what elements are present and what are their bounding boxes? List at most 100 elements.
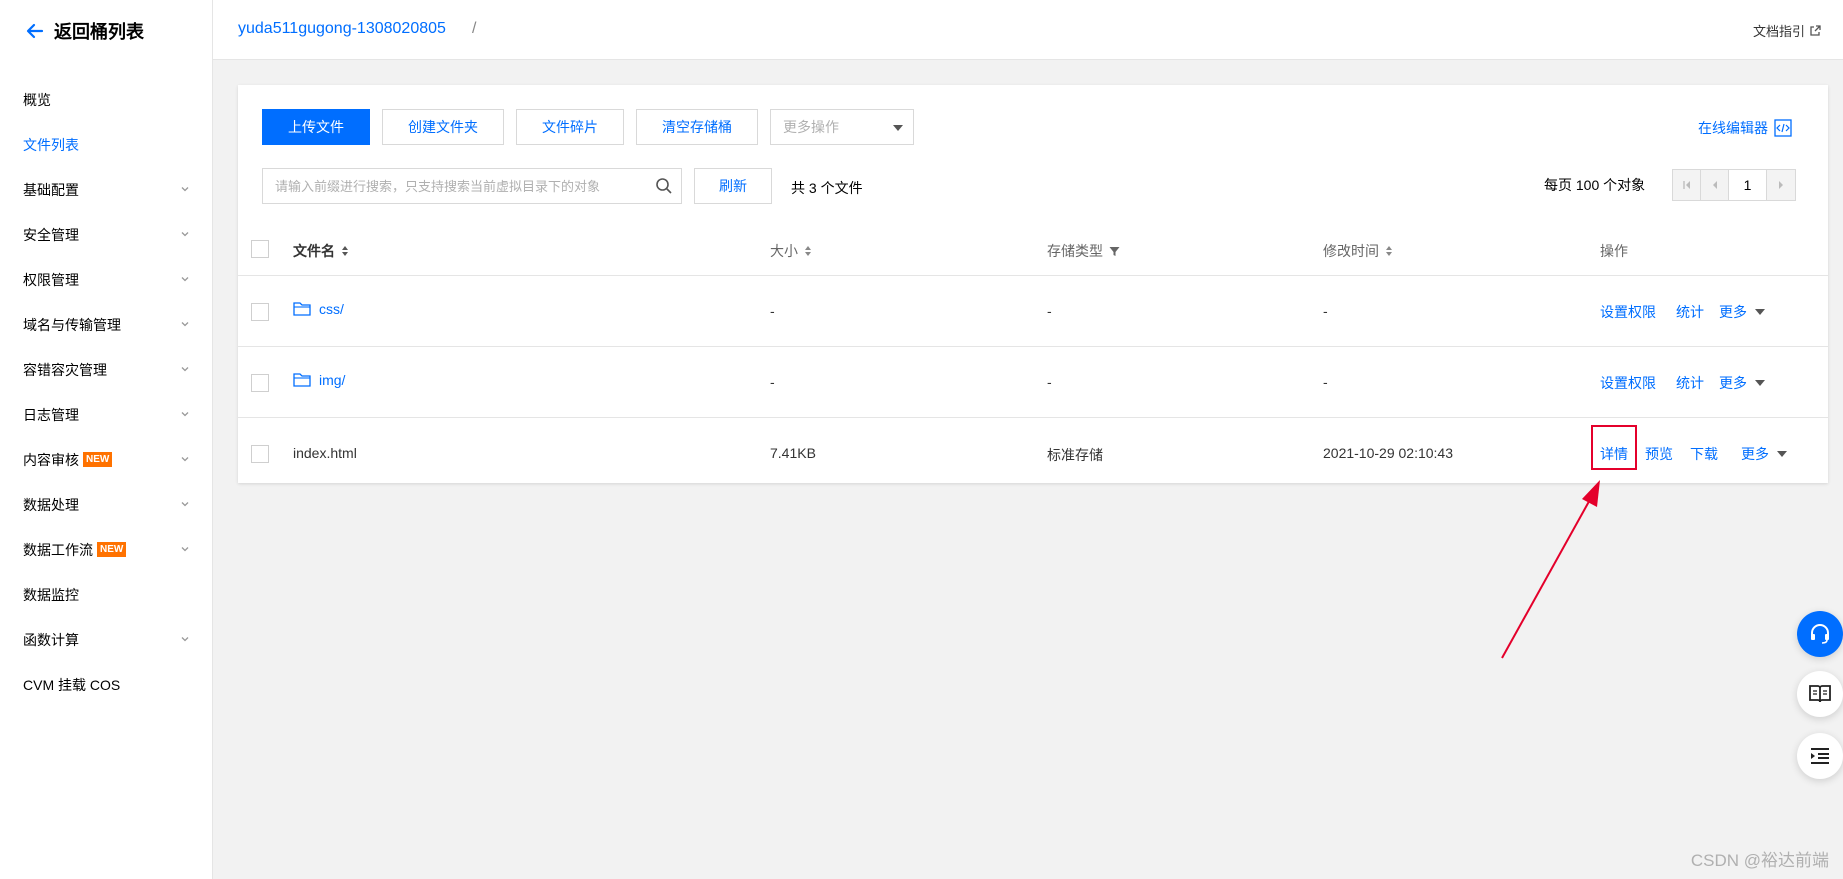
more-label: 更多 bbox=[1741, 446, 1769, 462]
file-name: css/ bbox=[319, 301, 344, 317]
folder-icon bbox=[293, 373, 311, 387]
sidebar-item-domain-transfer[interactable]: 域名与传输管理 bbox=[0, 302, 212, 347]
chevron-down-icon bbox=[181, 637, 189, 642]
sidebar-item-label: 权限管理 bbox=[23, 271, 79, 288]
pagination: 1 bbox=[1672, 169, 1796, 201]
per-page-selector[interactable]: 每页 100 个对象 bbox=[1544, 175, 1645, 195]
sidebar-nav: 概览 文件列表 基础配置 安全管理 权限管理 域名与传输管理 容错容灾管理 日志… bbox=[0, 77, 212, 707]
set-permission-link[interactable]: 设置权限 bbox=[1600, 373, 1656, 393]
new-badge: NEW bbox=[83, 452, 113, 467]
caret-down-icon bbox=[1777, 451, 1787, 457]
first-page-icon bbox=[1682, 181, 1690, 189]
statistics-link[interactable]: 统计 bbox=[1676, 373, 1704, 393]
clear-bucket-button[interactable]: 清空存储桶 bbox=[636, 109, 758, 145]
sidebar-item-function-compute[interactable]: 函数计算 bbox=[0, 617, 212, 662]
sidebar-item-label: 容错容灾管理 bbox=[23, 361, 107, 378]
column-header-storage-type[interactable]: 存储类型 bbox=[1047, 241, 1120, 261]
table-row: index.html 7.41KB 标准存储 2021-10-29 02:10:… bbox=[238, 419, 1828, 489]
sidebar-item-overview[interactable]: 概览 bbox=[0, 77, 212, 122]
filter-icon bbox=[1109, 246, 1120, 256]
file-size: 7.41KB bbox=[770, 445, 816, 461]
current-page-number[interactable]: 1 bbox=[1729, 170, 1767, 200]
download-link[interactable]: 下载 bbox=[1690, 444, 1718, 464]
file-size: - bbox=[770, 303, 775, 319]
more-actions-dropdown[interactable]: 更多 bbox=[1741, 444, 1787, 464]
online-editor-link[interactable]: 在线编辑器 bbox=[1698, 118, 1792, 138]
statistics-link[interactable]: 统计 bbox=[1676, 302, 1704, 322]
first-page-button[interactable] bbox=[1673, 170, 1701, 200]
sidebar-item-fault-tolerance[interactable]: 容错容灾管理 bbox=[0, 347, 212, 392]
file-name-link[interactable]: img/ bbox=[293, 372, 345, 388]
file-name: img/ bbox=[319, 372, 346, 388]
sidebar-item-file-list[interactable]: 文件列表 bbox=[0, 122, 212, 167]
doc-guide-label: 文档指引 bbox=[1752, 24, 1805, 39]
sidebar-item-content-moderation[interactable]: 内容审核 NEW bbox=[0, 437, 212, 482]
more-actions-dropdown[interactable]: 更多 bbox=[1719, 373, 1765, 393]
watermark: CSDN @裕达前端 bbox=[1690, 851, 1829, 870]
sidebar-item-logs[interactable]: 日志管理 bbox=[0, 392, 212, 437]
row-checkbox[interactable] bbox=[251, 445, 269, 463]
prev-page-button[interactable] bbox=[1701, 170, 1729, 200]
sidebar-item-security[interactable]: 安全管理 bbox=[0, 212, 212, 257]
refresh-button[interactable]: 刷新 bbox=[694, 168, 772, 204]
sidebar-item-data-monitoring[interactable]: 数据监控 bbox=[0, 572, 212, 617]
upload-file-button[interactable]: 上传文件 bbox=[262, 109, 370, 145]
indent-menu-icon bbox=[1811, 748, 1829, 764]
file-fragments-button[interactable]: 文件碎片 bbox=[516, 109, 624, 145]
create-folder-button[interactable]: 创建文件夹 bbox=[382, 109, 504, 145]
column-label: 修改时间 bbox=[1323, 243, 1379, 259]
sidebar-item-label: 概览 bbox=[23, 91, 51, 108]
chevron-down-icon bbox=[181, 322, 189, 327]
sidebar: 返回桶列表 概览 文件列表 基础配置 安全管理 权限管理 域名与传输管理 容错容… bbox=[0, 0, 213, 879]
sidebar-item-label: 安全管理 bbox=[23, 226, 79, 243]
customer-support-button[interactable] bbox=[1797, 611, 1843, 657]
breadcrumb-separator: / bbox=[472, 20, 477, 37]
modified-time: 2021-10-29 02:10:43 bbox=[1323, 445, 1453, 461]
next-page-button[interactable] bbox=[1767, 170, 1795, 200]
column-header-modified-time[interactable]: 修改时间 bbox=[1323, 241, 1393, 261]
storage-type: - bbox=[1047, 374, 1052, 390]
table-row: css/ - - - 设置权限 统计 更多 bbox=[238, 277, 1828, 347]
documentation-button[interactable] bbox=[1797, 671, 1843, 717]
caret-down-icon bbox=[1755, 309, 1765, 315]
sidebar-item-data-processing[interactable]: 数据处理 bbox=[0, 482, 212, 527]
sidebar-item-label: 数据工作流 bbox=[23, 541, 93, 558]
back-to-bucket-list-button[interactable]: 返回桶列表 bbox=[26, 18, 144, 44]
prefix-search-input[interactable] bbox=[263, 169, 643, 203]
doc-guide-link[interactable]: 文档指引 bbox=[1753, 21, 1821, 40]
chevron-down-icon bbox=[181, 457, 189, 462]
file-size: - bbox=[770, 374, 775, 390]
sidebar-item-basic-config[interactable]: 基础配置 bbox=[0, 167, 212, 212]
more-operations-dropdown[interactable]: 更多操作 bbox=[770, 109, 914, 145]
column-header-size[interactable]: 大小 bbox=[770, 241, 812, 261]
set-permission-link[interactable]: 设置权限 bbox=[1600, 302, 1656, 322]
chevron-down-icon bbox=[181, 547, 189, 552]
select-all-checkbox[interactable] bbox=[251, 240, 269, 258]
sidebar-item-permissions[interactable]: 权限管理 bbox=[0, 257, 212, 302]
sidebar-item-label: 文件列表 bbox=[23, 136, 79, 153]
sort-icon bbox=[342, 246, 348, 256]
more-actions-dropdown[interactable]: 更多 bbox=[1719, 302, 1765, 322]
menu-collapse-button[interactable] bbox=[1797, 733, 1843, 779]
column-header-name[interactable]: 文件名 bbox=[293, 241, 349, 261]
file-name-link[interactable]: css/ bbox=[293, 301, 344, 317]
sidebar-item-label: 数据监控 bbox=[23, 586, 79, 603]
column-label: 文件名 bbox=[293, 243, 335, 259]
chevron-down-icon bbox=[181, 187, 189, 192]
row-checkbox[interactable] bbox=[251, 374, 269, 392]
file-name: index.html bbox=[293, 445, 357, 461]
sidebar-item-cvm-mount[interactable]: CVM 挂载 COS bbox=[0, 662, 212, 707]
breadcrumb-bucket[interactable]: yuda511gugong-1308020805 bbox=[238, 20, 446, 38]
row-checkbox[interactable] bbox=[251, 303, 269, 321]
arrow-left-icon bbox=[26, 23, 44, 39]
file-count: 共 3 个文件 bbox=[791, 180, 863, 196]
search-icon[interactable] bbox=[655, 177, 673, 195]
storage-type: - bbox=[1047, 303, 1052, 319]
book-icon bbox=[1809, 685, 1831, 703]
headset-icon bbox=[1811, 624, 1829, 644]
column-label: 操作 bbox=[1600, 243, 1628, 259]
sort-icon bbox=[805, 246, 811, 256]
sidebar-item-data-workflow[interactable]: 数据工作流 NEW bbox=[0, 527, 212, 572]
preview-link[interactable]: 预览 bbox=[1645, 444, 1673, 464]
sort-icon bbox=[1386, 246, 1392, 256]
